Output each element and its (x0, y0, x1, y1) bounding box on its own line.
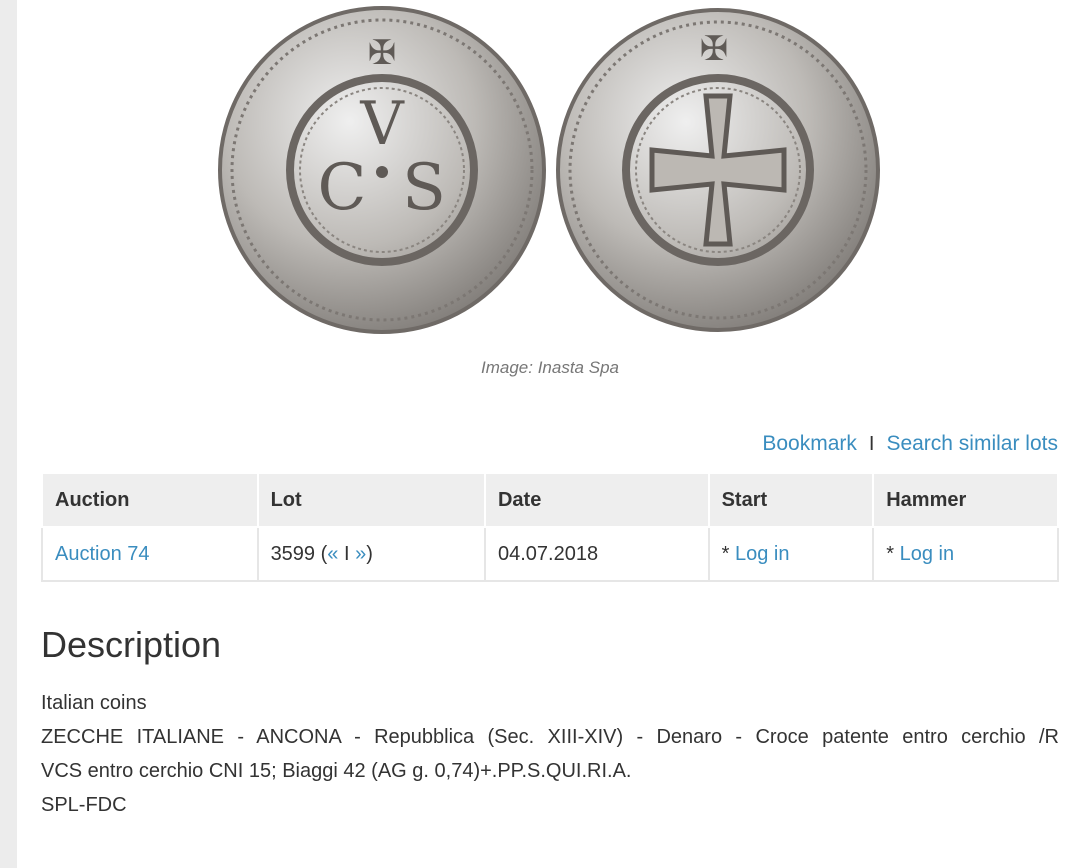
cell-auction: Auction 74 (41, 526, 259, 582)
hammer-prefix: * (886, 542, 895, 565)
table-row: Auction 74 3599 (« I ») 04.07.2018 * Log… (41, 526, 1059, 582)
svg-text:S: S (402, 151, 446, 225)
coin-image: V C S ✠ ✠ (218, 6, 880, 334)
description-line-1: ZECCHE ITALIANE - ANCONA - Repubblica (S… (41, 726, 1059, 748)
description-line-2: VCS entro cerchio CNI 15; Biaggi 42 (AG … (41, 760, 632, 782)
lot-table: Auction Lot Date Start Hammer Auction 74… (41, 472, 1059, 582)
lot-nav-separator: I (343, 542, 350, 565)
description-title: Description (41, 624, 222, 665)
header-auction: Auction (41, 472, 259, 528)
bookmark-link[interactable]: Bookmark (762, 432, 857, 456)
cell-start: * Log in (707, 526, 875, 582)
header-date: Date (483, 472, 710, 528)
left-rail (0, 0, 17, 868)
description-grade: SPL-FDC (41, 794, 127, 816)
start-prefix: * (721, 542, 730, 565)
cell-date: 04.07.2018 (483, 526, 710, 582)
svg-text:C: C (318, 151, 367, 225)
cell-lot: 3599 (« I ») (256, 526, 486, 582)
image-caption: Image: Inasta Spa (481, 358, 619, 377)
header-hammer: Hammer (872, 472, 1059, 528)
coin-obverse: V C S ✠ (218, 6, 546, 334)
hammer-login-link[interactable]: Log in (900, 543, 955, 565)
search-similar-lots-link[interactable]: Search similar lots (886, 432, 1058, 456)
start-login-link[interactable]: Log in (735, 543, 790, 565)
cell-hammer: * Log in (872, 526, 1059, 582)
table-header-row: Auction Lot Date Start Hammer (41, 472, 1059, 528)
description-body: Italian coins ZECCHE ITALIANE - ANCONA -… (41, 686, 1059, 822)
next-lot-link[interactable]: » (355, 543, 366, 565)
header-start: Start (707, 472, 875, 528)
actions-separator: I (868, 432, 875, 455)
auction-link[interactable]: Auction 74 (55, 543, 150, 565)
description-category: Italian coins (41, 692, 147, 714)
svg-text:✠: ✠ (368, 33, 397, 73)
lot-number: 3599 (270, 542, 316, 565)
svg-text:V: V (359, 89, 405, 159)
svg-text:✠: ✠ (700, 29, 729, 69)
lot-actions: Bookmark I Search similar lots (762, 432, 1058, 456)
header-lot: Lot (256, 472, 486, 528)
previous-lot-link[interactable]: « (327, 543, 338, 565)
coin-reverse: ✠ (556, 8, 880, 332)
